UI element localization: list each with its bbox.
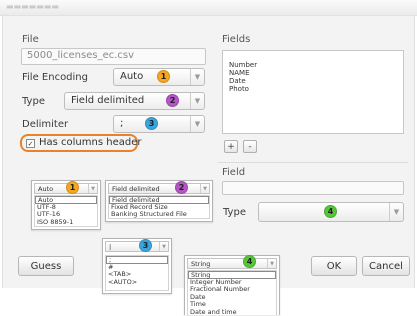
divider: [218, 162, 408, 163]
list-item[interactable]: Date: [229, 77, 403, 85]
add-field-button[interactable]: +: [224, 140, 238, 153]
list-item[interactable]: ISO 8859-1: [35, 219, 97, 227]
delimiter-combo[interactable]: ; ▼: [113, 115, 205, 133]
check-icon[interactable]: ✓: [26, 139, 35, 148]
remove-field-button[interactable]: -: [243, 140, 257, 153]
ok-button[interactable]: OK: [311, 256, 357, 276]
badge-3: 3: [139, 239, 152, 252]
chevron-down-icon: ▼: [389, 203, 403, 221]
badge-3: 3: [145, 117, 158, 130]
type-popup-value: Field delimited: [112, 185, 160, 193]
fields-section-title: Fields: [222, 34, 250, 45]
chevron-down-icon: ▼: [190, 116, 204, 132]
badge-1: 1: [157, 70, 170, 83]
encoding-options: Auto UTF-8 UTF-16 ISO 8859-1: [34, 195, 98, 227]
screenshot: ▬▬▬▬▬▬▬ File 5000_licenses_ec.csv File E…: [0, 0, 417, 315]
chevron-down-icon: ▼: [190, 93, 204, 109]
file-encoding-value: Auto: [120, 71, 143, 82]
type-label: Type: [22, 96, 45, 107]
type-combo[interactable]: Field delimited ▼: [64, 92, 205, 110]
has-header-label: Has columns header: [39, 137, 141, 148]
file-path-input[interactable]: 5000_licenses_ec.csv: [21, 48, 206, 65]
badge-4: 4: [243, 255, 256, 268]
badge-4: 4: [324, 205, 337, 218]
title-bar: ▬▬▬▬▬▬▬: [0, 0, 417, 16]
file-section-title: File: [22, 34, 39, 45]
window-title: ▬▬▬▬▬▬▬: [6, 2, 59, 11]
field-name-input[interactable]: [222, 181, 404, 195]
list-item[interactable]: ;: [106, 256, 168, 264]
type-popup-combo[interactable]: Field delimited ▼: [108, 183, 210, 194]
list-item[interactable]: Photo: [229, 85, 403, 93]
delimiter-label: Delimiter: [22, 119, 68, 130]
datatype-popup-value: String: [191, 260, 210, 268]
fields-list[interactable]: Number NAME Date Photo: [222, 50, 404, 134]
field-section-title: Field: [222, 167, 245, 178]
type-options: Field delimited Fixed Record Size Bankin…: [108, 195, 210, 219]
datatype-options: String Integer Number Fractional Number …: [187, 270, 277, 315]
list-item[interactable]: Number: [229, 61, 403, 69]
file-encoding-label: File Encoding: [22, 72, 88, 83]
badge-2: 2: [175, 181, 188, 194]
cancel-button[interactable]: Cancel: [362, 256, 410, 276]
encoding-popup-value: Auto: [38, 185, 53, 193]
badge-2: 2: [166, 94, 179, 107]
delimiter-popup-combo[interactable]: | ▼: [105, 241, 169, 252]
chevron-down-icon: ▼: [88, 184, 97, 193]
datatype-popup-combo[interactable]: String ▼: [187, 258, 277, 269]
type-value: Field delimited: [71, 95, 144, 106]
badge-1: 1: [66, 181, 79, 194]
list-item[interactable]: NAME: [229, 69, 403, 77]
type-popup[interactable]: Field delimited ▼ Field delimited Fixed …: [105, 180, 213, 222]
delimiter-options: ; # <TAB> <AUTO>: [105, 255, 169, 291]
chevron-down-icon: ▼: [159, 242, 168, 251]
list-item[interactable]: <AUTO>: [106, 279, 168, 287]
chevron-down-icon: ▼: [200, 184, 209, 193]
list-item[interactable]: Banking Structured File: [109, 211, 209, 219]
field-type-label: Type: [223, 207, 246, 218]
has-header-checkbox-row[interactable]: ✓ Has columns header: [20, 134, 138, 152]
datatype-popup[interactable]: String ▼ String Integer Number Fractiona…: [184, 255, 280, 315]
chevron-down-icon: ▼: [190, 69, 204, 85]
guess-button[interactable]: Guess: [18, 256, 74, 276]
chevron-down-icon: ▼: [267, 259, 276, 268]
delimiter-popup[interactable]: | ▼ ; # <TAB> <AUTO>: [102, 238, 172, 294]
delimiter-popup-value: |: [109, 243, 111, 251]
delimiter-value: ;: [120, 118, 123, 129]
